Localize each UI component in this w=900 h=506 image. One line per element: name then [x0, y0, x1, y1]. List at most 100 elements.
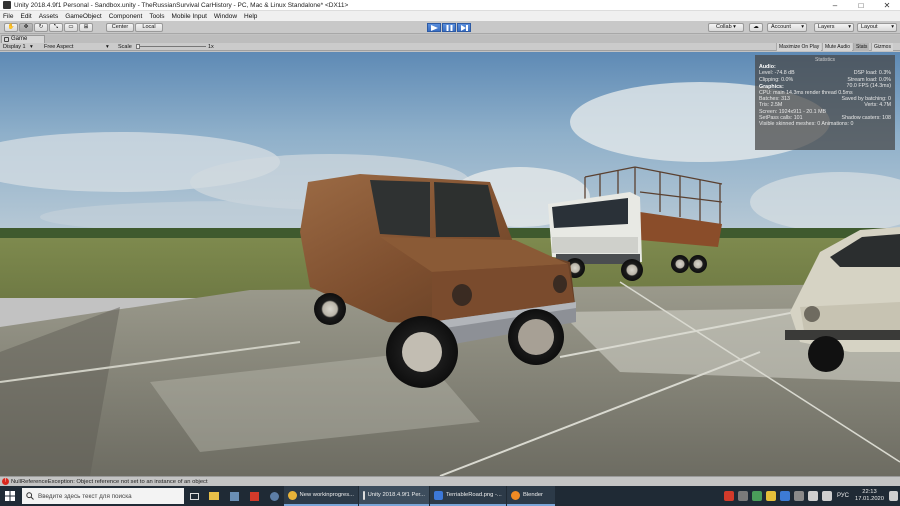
taskbar-app-paint[interactable]: TerriableRoad.png -... [430, 486, 506, 506]
unity-icon [363, 490, 365, 500]
move-tool-icon[interactable]: ✥ [19, 23, 33, 32]
scale-value: 1x [208, 44, 214, 50]
verts-count: Verts: 4.7M [864, 102, 891, 109]
close-icon[interactable]: ✕ [874, 0, 900, 11]
maximize-on-play-button[interactable]: Maximize On Play [776, 43, 822, 51]
pivot-label: Center [111, 24, 129, 30]
steam-icon[interactable] [264, 486, 284, 506]
task-view-icon[interactable] [184, 486, 204, 506]
hand-tool-icon[interactable]: ✋ [4, 23, 18, 32]
layout-dropdown[interactable]: Layout ▾ [857, 23, 897, 32]
pivot-center-button[interactable]: Center [106, 23, 134, 32]
store-icon[interactable] [224, 486, 244, 506]
scale-tool-icon[interactable]: ⤡ [49, 23, 63, 32]
pivot-local-button[interactable]: Local [135, 23, 163, 32]
layers-label: Layers [818, 24, 835, 30]
window-title: Unity 2018.4.9f1 Personal - Sandbox.unit… [14, 1, 349, 9]
chevron-down-icon: ▾ [106, 44, 109, 50]
collab-button[interactable]: Collab ▾ [708, 23, 744, 32]
tris-count: Tris: 2.5M [759, 102, 783, 109]
window-title-bar: Unity 2018.4.9f1 Personal - Sandbox.unit… [0, 0, 900, 11]
taskbar-app-blender[interactable]: Blender [507, 486, 555, 506]
pause-button[interactable] [442, 23, 456, 32]
console-status-bar[interactable]: ! NullReferenceException: Object referen… [0, 476, 900, 486]
game-view-toolbar: Display 1 ▾ Free Aspect ▾ Scale 1x Maxim… [0, 43, 900, 51]
chevron-down-icon: ▾ [891, 24, 894, 30]
blender-icon [511, 490, 520, 500]
tray-app-icon[interactable] [723, 491, 734, 501]
stats-header: Statistics [814, 57, 835, 63]
scale-slider[interactable] [136, 44, 206, 49]
windows-taskbar: Введите здесь текст для поиска New worki… [0, 486, 900, 506]
maximize-icon[interactable]: □ [848, 0, 874, 11]
menu-assets[interactable]: Assets [39, 13, 59, 20]
taskbar-app-label: New workinprogres... [299, 492, 354, 498]
input-language[interactable]: РУС [837, 493, 849, 499]
fps-value: 70.0 FPS (14.3ms) [846, 82, 891, 89]
menu-component[interactable]: Component [109, 13, 143, 20]
image-editor-icon [434, 490, 443, 500]
aspect-dropdown[interactable]: Free Aspect [44, 43, 73, 51]
menu-edit[interactable]: Edit [20, 13, 31, 20]
layout-label: Layout [861, 24, 878, 30]
search-placeholder: Введите здесь текст для поиска [38, 492, 132, 500]
tray-app-icon[interactable] [793, 491, 804, 501]
chevron-down-icon: ▾ [30, 44, 33, 50]
clock-time: 22:13 [862, 489, 877, 495]
transform-tool-icon[interactable]: ⊞ [79, 23, 93, 32]
console-message: NullReferenceException: Object reference… [11, 478, 208, 485]
network-icon[interactable] [807, 491, 818, 501]
menu-window[interactable]: Window [214, 13, 237, 20]
tray-app-icon[interactable] [751, 491, 762, 501]
menu-mobile-input[interactable]: Mobile Input [172, 13, 207, 20]
cloud-icon[interactable]: ☁ [749, 23, 763, 32]
chevron-down-icon: ▾ [801, 24, 804, 30]
layers-dropdown[interactable]: Layers ▾ [814, 23, 854, 32]
tray-app-icon[interactable] [737, 491, 748, 501]
volume-icon[interactable] [821, 491, 832, 501]
taskbar-search-box[interactable]: Введите здесь текст для поиска [22, 488, 184, 504]
pdf-reader-icon[interactable] [244, 486, 264, 506]
space-label: Local [142, 24, 156, 30]
notifications-icon[interactable] [889, 491, 898, 501]
tab-game[interactable]: Game [1, 35, 45, 43]
game-viewport[interactable]: Statistics Audio: Level: -74.8 dB DSP loa… [0, 52, 900, 476]
taskbar-app-unity[interactable]: Unity 2018.4.9f1 Per... [359, 486, 429, 506]
tray-app-icon[interactable] [765, 491, 776, 501]
taskbar-app-chrome[interactable]: New workinprogres... [284, 486, 358, 506]
start-button[interactable] [0, 486, 20, 506]
stats-overlay: Statistics Audio: Level: -74.8 dB DSP loa… [755, 55, 895, 150]
taskbar-clock[interactable]: 22:13 17.01.2020 [855, 489, 884, 503]
stats-button[interactable]: Stats [853, 43, 870, 51]
main-toolbar: ✋ ✥ ↻ ⤡ ▭ ⊞ Center Local Collab ▾ ☁ Acco… [0, 21, 900, 34]
audio-clipping: Clipping: 0.0% [759, 76, 794, 83]
menu-help[interactable]: Help [244, 13, 257, 20]
minimize-icon[interactable]: – [822, 0, 848, 11]
chrome-icon [288, 490, 297, 500]
tray-app-icon[interactable] [779, 491, 790, 501]
mute-audio-button[interactable]: Mute Audio [822, 43, 853, 51]
visible-meshes: Visible skinned meshes: 0 Animations: 0 [759, 121, 854, 128]
taskbar-app-label: Unity 2018.4.9f1 Per... [367, 492, 425, 498]
taskbar-app-label: TerriableRoad.png -... [446, 492, 502, 498]
error-icon: ! [2, 478, 9, 485]
scale-slider-handle[interactable] [136, 44, 140, 49]
gizmos-button[interactable]: Gizmos [871, 43, 893, 51]
rect-tool-icon[interactable]: ▭ [64, 23, 78, 32]
collab-label: Collab ▾ [716, 24, 736, 30]
menu-file[interactable]: File [3, 13, 13, 20]
search-icon [26, 492, 34, 500]
menu-tools[interactable]: Tools [149, 13, 164, 20]
rotate-tool-icon[interactable]: ↻ [34, 23, 48, 32]
display-dropdown[interactable]: Display 1 [3, 43, 26, 51]
step-button[interactable] [457, 23, 471, 32]
menu-gameobject[interactable]: GameObject [65, 13, 102, 20]
chevron-down-icon: ▾ [848, 24, 851, 30]
step-icon [461, 25, 468, 31]
account-dropdown[interactable]: Account ▾ [767, 23, 807, 32]
play-button[interactable] [427, 23, 441, 32]
clock-date: 17.01.2020 [854, 496, 884, 502]
file-explorer-icon[interactable] [204, 486, 224, 506]
windows-logo-icon [5, 491, 15, 501]
tab-game-label: Game [11, 36, 28, 42]
